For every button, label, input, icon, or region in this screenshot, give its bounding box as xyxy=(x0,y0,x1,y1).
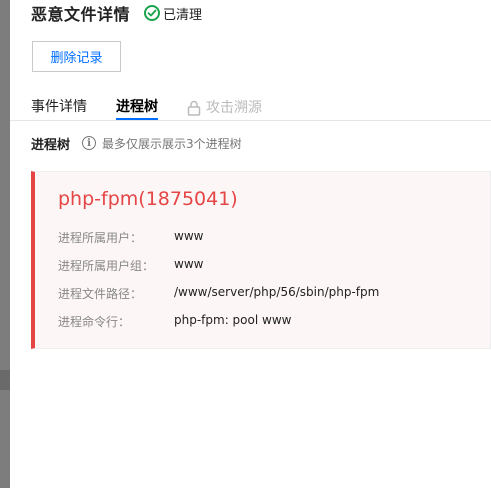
drawer-header: 恶意文件详情 已清理 xyxy=(31,2,202,24)
delete-record-button[interactable]: 删除记录 xyxy=(32,41,121,72)
tab-attack-tracing[interactable]: 攻击溯源 xyxy=(187,96,262,120)
tabs-divider xyxy=(10,120,491,121)
field-process-cmdline: 进程命令行： php-fpm: pool www xyxy=(58,313,291,329)
process-title: php-fpm(1875041) xyxy=(58,188,238,210)
tab-bar: 事件详情 进程树 攻击溯源 xyxy=(31,96,291,120)
status-badge: 已清理 xyxy=(144,4,202,23)
field-value: php-fpm: pool www xyxy=(174,313,292,327)
field-label: 进程所属用户： xyxy=(58,231,143,245)
field-process-user: 进程所属用户： www xyxy=(58,229,203,245)
drawer-title: 恶意文件详情 xyxy=(31,5,131,24)
section-header: 进程树 i 最多仅展示展示3个进程树 xyxy=(31,133,242,153)
tab-label: 事件详情 xyxy=(31,99,87,115)
field-value: www xyxy=(174,229,204,243)
tab-process-tree[interactable]: 进程树 xyxy=(116,96,158,120)
tab-event-details[interactable]: 事件详情 xyxy=(31,96,87,120)
field-value: www xyxy=(174,257,204,271)
detail-drawer: 恶意文件详情 已清理 删除记录 事件详情 进程树 攻击溯源 进程树 i 最多仅展… xyxy=(10,0,491,488)
background-overlay[interactable] xyxy=(0,0,10,488)
field-label: 进程命令行： xyxy=(58,315,131,329)
check-circle-icon xyxy=(144,5,161,21)
status-text: 已清理 xyxy=(163,7,203,23)
page: 恶意文件详情 已清理 删除记录 事件详情 进程树 攻击溯源 进程树 i 最多仅展… xyxy=(0,0,491,488)
field-label: 进程文件路径： xyxy=(58,287,143,301)
field-label: 进程所属用户组： xyxy=(58,259,155,273)
lock-icon xyxy=(187,100,201,116)
field-value: /www/server/php/56/sbin/php-fpm xyxy=(174,285,380,299)
background-page-fragment xyxy=(0,370,10,390)
field-process-path: 进程文件路径： /www/server/php/56/sbin/php-fpm xyxy=(58,285,379,301)
tab-label: 攻击溯源 xyxy=(206,100,262,116)
section-title: 进程树 xyxy=(31,137,71,153)
info-icon: i xyxy=(82,136,97,150)
tab-label: 进程树 xyxy=(116,99,158,115)
field-process-group: 进程所属用户组： www xyxy=(58,257,203,273)
section-hint: 最多仅展示展示3个进程树 xyxy=(102,136,242,151)
process-card[interactable]: php-fpm(1875041) 进程所属用户： www 进程所属用户组： ww… xyxy=(31,171,491,349)
